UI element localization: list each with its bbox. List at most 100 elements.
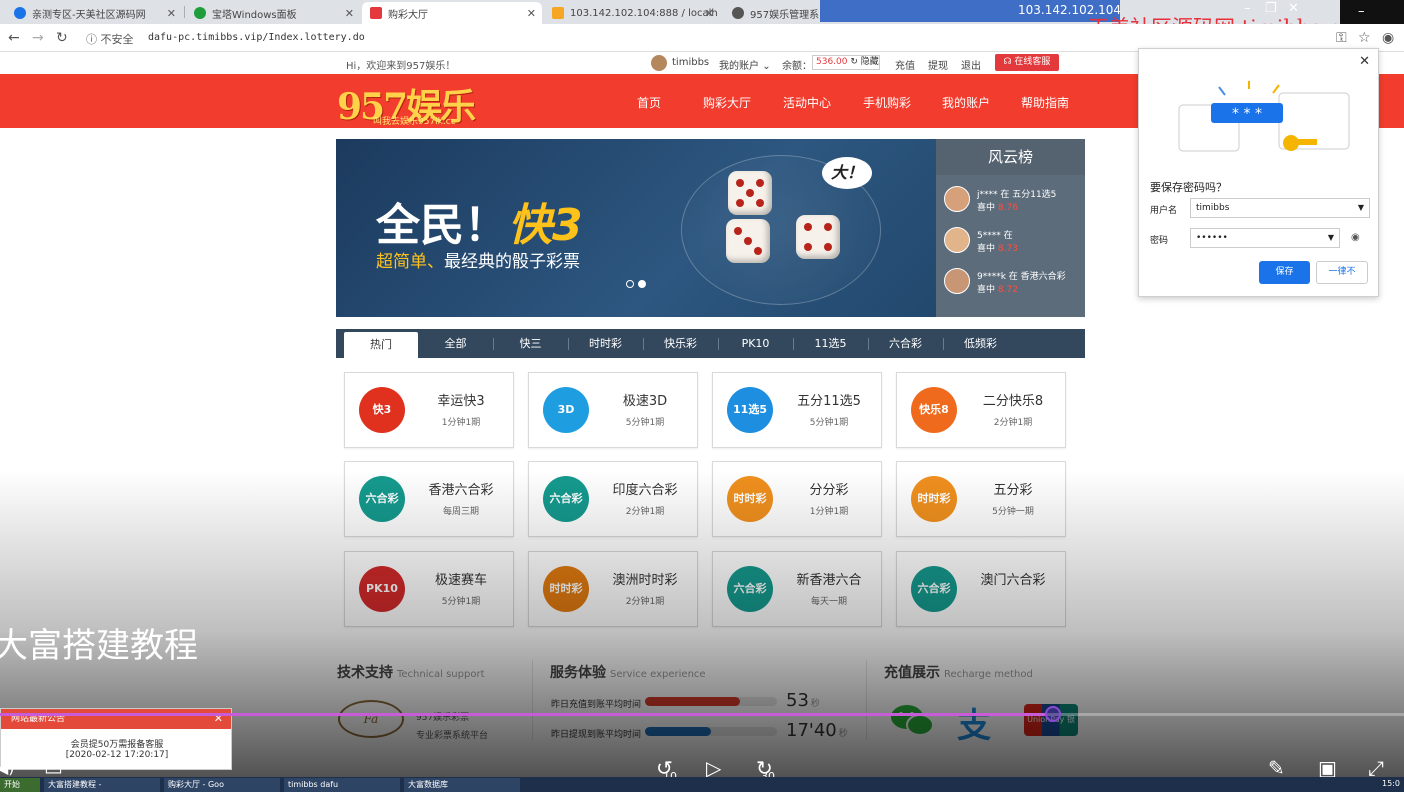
tab-all[interactable]: 全部 [418,329,493,358]
show-password-icon[interactable]: ◉ [1351,232,1360,243]
nav-mobile[interactable]: 手机购彩 [863,94,911,111]
notice-line: 会员提50万需报备客服 [70,740,164,750]
game-card[interactable]: 3D 极速3D 5分钟1期 [528,372,698,448]
nav-home[interactable]: 首页 [637,94,661,111]
refresh-icon[interactable]: ↻ [850,57,858,67]
game-period: 5分钟1期 [809,418,849,428]
game-card[interactable]: 六合彩 印度六合彩 2分钟1期 [528,461,698,537]
game-card[interactable]: 六合彩 新香港六合 每天一期 [712,551,882,627]
hide-balance-link[interactable]: 隐藏 [861,57,879,67]
browser-tab[interactable]: 957娱乐管理系 [724,2,820,24]
game-logo-icon: 快3 [359,387,405,433]
user-avatar[interactable] [651,55,667,71]
banner-headline: 全民！快3 [376,189,583,253]
url-field[interactable]: dafu-pc.timibbs.vip/Index.lottery.do [148,32,365,43]
video-progress-bar[interactable] [0,713,1404,716]
username-label: 用户名 [1150,206,1178,216]
tab-happy[interactable]: 快乐彩 [643,329,718,358]
browser-tab-active[interactable]: 购彩大厅 ✕ [362,2,542,24]
site-logo[interactable]: 957娱乐 叫我去娱乐957lk.cc [337,78,491,128]
site-favicon-icon [14,7,26,19]
recharge-link[interactable]: 充值 [895,57,915,72]
tab-divider [184,6,185,18]
game-logo-icon: PK10 [359,566,405,612]
nav-help[interactable]: 帮助指南 [1021,94,1069,111]
game-period: 5分钟一期 [992,507,1034,517]
save-password-button[interactable]: 保存 [1259,261,1310,284]
back-icon[interactable]: ← [8,30,20,46]
nav-activity[interactable]: 活动中心 [783,94,831,111]
tab-lhc[interactable]: 六合彩 [868,329,943,358]
game-logo-icon: 时时彩 [727,476,773,522]
game-card[interactable]: 六合彩 香港六合彩 每周三期 [344,461,514,537]
security-indicator[interactable]: ⓘ 不安全 [86,31,134,47]
taskbar-item[interactable]: 购彩大厅 - Goo [164,778,280,792]
game-card[interactable]: 时时彩 分分彩 1分钟1期 [712,461,882,537]
close-icon[interactable]: ✕ [1359,54,1370,69]
reload-icon[interactable]: ↻ [56,30,68,46]
tab-hot[interactable]: 热门 [344,332,418,358]
tab-lowfreq[interactable]: 低频彩 [943,329,1018,358]
banner-subline-b: 最经典的骰子彩票 [444,252,580,272]
forward-icon[interactable]: → [32,30,44,46]
game-card[interactable]: 时时彩 五分彩 5分钟一期 [896,461,1066,537]
nav-my-account[interactable]: 我的账户 [942,94,990,111]
browser-tab[interactable]: 宝塔Windows面板 ✕ [186,2,360,24]
tab-ssc[interactable]: 时时彩 [568,329,643,358]
game-card[interactable]: 快乐8 二分快乐8 2分钟1期 [896,372,1066,448]
close-tab-icon[interactable]: ✕ [705,7,714,20]
my-account-menu[interactable]: 我的账户 ⌄ [719,57,771,72]
ranking-prize: 喜中 8.73 [977,244,1018,254]
tab-k3[interactable]: 快三 [493,329,568,358]
nav-lottery-hall[interactable]: 购彩大厅 [703,94,751,111]
tab-11x5[interactable]: 11选5 [793,329,868,358]
save-password-question: 要保存密码吗？ [1150,181,1227,194]
star-icon[interactable]: ☆ [1358,30,1371,46]
game-card[interactable]: 11选5 五分11选5 5分钟1期 [712,372,882,448]
game-name: 极速赛车 [434,573,487,588]
taskbar-item[interactable]: 大富搭建教程 - [44,778,160,792]
balance-value: 536.00 [816,57,848,67]
avatar [944,186,970,212]
slide-dot-active[interactable] [638,280,646,288]
never-save-button[interactable]: 一律不 [1316,261,1368,284]
tab-title: 103.142.102.104:888 / localh [570,7,718,19]
outer-minimize-icon[interactable]: – [1358,4,1365,19]
username-select[interactable]: timibbs ▼ [1190,198,1370,218]
profile-icon[interactable]: ◉ [1382,30,1394,46]
ranking-item: j**** 在 五分11选5 喜中 8.76 [944,186,1084,216]
game-name: 香港六合彩 [428,483,494,498]
game-card[interactable]: 时时彩 澳洲时时彩 2分钟1期 [528,551,698,627]
password-select[interactable]: •••••• ▼ [1190,228,1340,248]
volume-icon[interactable]: ◀) [0,758,15,777]
category-tabs: 热门 全部 快三 时时彩 快乐彩 PK10 11选5 六合彩 低频彩 [336,329,1085,358]
slide-dot[interactable] [626,280,634,288]
taskbar-item[interactable]: 大富数据库 [404,778,520,792]
key-icon[interactable]: ⚿ [1336,30,1347,46]
game-card[interactable]: 六合彩 澳门六合彩 [896,551,1066,627]
close-tab-icon[interactable]: ✕ [167,7,176,20]
online-service-button[interactable]: ☊ 在线客服 [995,54,1059,71]
close-tab-icon[interactable]: ✕ [345,7,354,20]
close-icon[interactable]: ✕ [214,709,223,729]
service-value: 53 秒 [786,690,820,711]
close-tab-icon[interactable]: ✕ [527,7,536,20]
game-card[interactable]: PK10 极速赛车 5分钟1期 [344,551,514,627]
tab-pk10[interactable]: PK10 [718,329,793,358]
notice-header: 网站最新公告 ✕ [1,709,231,729]
start-button[interactable]: 开始 [0,778,40,792]
service-bar [645,697,777,706]
game-card[interactable]: 快3 幸运快3 1分钟1期 [344,372,514,448]
browser-tab[interactable]: 亲测专区-天美社区源码网 ✕ [6,2,182,24]
video-progress-knob[interactable] [1045,706,1061,722]
browser-tab[interactable]: 103.142.102.104:888 / localh ✕ [544,2,720,24]
headset-icon: ☊ [1003,57,1012,67]
promo-banner[interactable]: 全民！快3 超简单、最经典的骰子彩票 大！ [336,139,936,317]
logout-link[interactable]: 退出 [961,57,981,72]
game-logo-icon: 3D [543,387,589,433]
withdraw-link[interactable]: 提现 [928,57,948,72]
username-link[interactable]: timibbs [672,57,709,68]
game-period: 5分钟1期 [441,597,481,607]
taskbar-item[interactable]: timibbs dafu [284,778,400,792]
game-name: 二分快乐8 [982,394,1044,409]
